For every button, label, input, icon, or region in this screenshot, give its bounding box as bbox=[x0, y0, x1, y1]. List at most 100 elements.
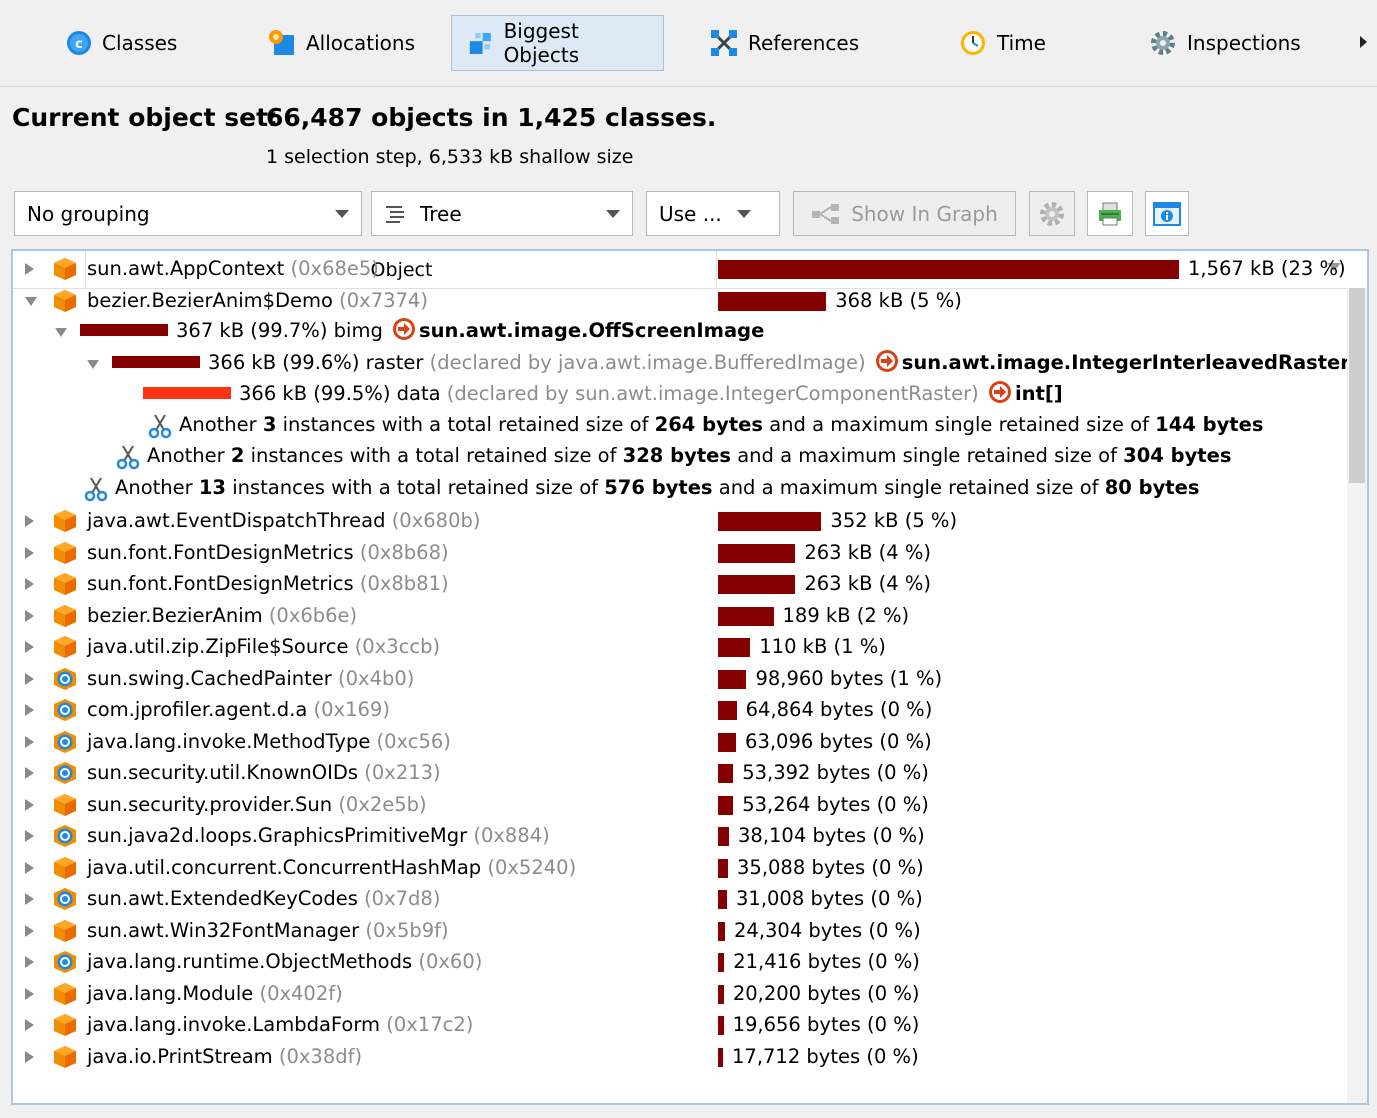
object-id: (0x7374) bbox=[339, 288, 428, 312]
retained-size-value: 352 kB (5 %) bbox=[830, 509, 958, 532]
tab-biggest-objects[interactable]: Biggest Objects bbox=[451, 15, 664, 71]
table-row[interactable]: bezier.BezierAnim$Demo (0x7374) 368 kB (5… bbox=[13, 285, 1347, 316]
table-row[interactable]: java.awt.EventDispatchThread (0x680b) 352… bbox=[13, 505, 1347, 536]
tab-time[interactable]: Time bbox=[943, 15, 1062, 71]
tab-label: Biggest Objects bbox=[503, 19, 580, 67]
table-row[interactable]: java.lang.invoke.LambdaForm (0x17c2) 19,6… bbox=[13, 1009, 1347, 1040]
reference-arrow-icon[interactable] bbox=[875, 349, 899, 373]
table-row[interactable]: sun.awt.Win32FontManager (0x5b9f) 24,304 … bbox=[13, 915, 1347, 946]
retained-size-value: 21,416 bytes (0 %) bbox=[733, 950, 920, 973]
expand-arrow-icon[interactable] bbox=[25, 1050, 34, 1063]
retained-size-bar bbox=[718, 890, 728, 909]
tab-allocations[interactable]: Allocations bbox=[252, 15, 431, 71]
retained-size-bar bbox=[718, 1047, 723, 1067]
view-mode-value: Tree bbox=[420, 201, 462, 226]
truncated-instances-row[interactable]: Another 3 instances with a total retaine… bbox=[13, 411, 1347, 442]
table-row[interactable]: sun.security.util.KnownOIDs (0x213) 53,39… bbox=[13, 757, 1347, 788]
class-name: java.awt.EventDispatchThread bbox=[87, 509, 386, 532]
print-button[interactable] bbox=[1087, 191, 1133, 236]
retained-size-bar bbox=[718, 606, 774, 626]
table-row[interactable]: sun.java2d.loops.GraphicsPrimitiveMgr (0… bbox=[13, 820, 1347, 851]
table-row[interactable]: java.util.zip.ZipFile$Source (0x3ccb) 110… bbox=[13, 631, 1347, 662]
table-row[interactable]: sun.font.FontDesignMetrics (0x8b68) 263 k… bbox=[13, 537, 1347, 568]
view-mode-dropdown[interactable]: Tree bbox=[371, 191, 633, 236]
expand-arrow-icon[interactable] bbox=[25, 735, 34, 748]
field-name: data bbox=[396, 382, 441, 405]
scissors-icon bbox=[84, 476, 108, 501]
table-row[interactable]: com.jprofiler.agent.d.a (0x169) 64,864 by… bbox=[13, 694, 1347, 725]
collapse-arrow-icon[interactable] bbox=[55, 328, 67, 337]
object-id: (0x8b81) bbox=[359, 572, 449, 595]
graph-icon bbox=[812, 203, 840, 224]
reference-row[interactable]: 367 kB (99.7%) bimg sun.awt.image.OffScr… bbox=[13, 316, 1347, 347]
grouping-dropdown[interactable]: No grouping bbox=[14, 191, 362, 236]
table-row[interactable]: java.io.PrintStream (0x38df) 17,712 bytes… bbox=[13, 1041, 1347, 1072]
expand-arrow-icon[interactable] bbox=[25, 578, 34, 590]
table-row[interactable]: sun.awt.AppContext (0x68e5) 1,567 kB (23 … bbox=[13, 253, 1347, 284]
settings-button[interactable] bbox=[1029, 191, 1075, 236]
summary-pre: Another bbox=[179, 412, 257, 436]
print-icon bbox=[1099, 202, 1121, 225]
view-info-button[interactable] bbox=[1145, 191, 1189, 236]
table-row[interactable]: sun.security.provider.Sun (0x2e5b) 53,264… bbox=[13, 789, 1347, 820]
expand-arrow-icon[interactable] bbox=[25, 956, 34, 968]
table-row[interactable]: java.util.concurrent.ConcurrentHashMap (… bbox=[13, 852, 1347, 883]
vertical-scrollbar[interactable] bbox=[1347, 288, 1367, 1103]
expand-arrow-icon[interactable] bbox=[25, 641, 34, 653]
expand-arrow-icon[interactable] bbox=[25, 1019, 34, 1031]
scrollbar-thumb[interactable] bbox=[1349, 288, 1365, 483]
class-name: bezier.BezierAnim bbox=[87, 603, 263, 627]
tab-inspections[interactable]: Inspections bbox=[1133, 15, 1317, 71]
expand-arrow-icon[interactable] bbox=[25, 704, 34, 716]
object-instance-icon bbox=[54, 793, 76, 816]
reference-arrow-icon[interactable] bbox=[988, 380, 1012, 404]
expand-arrow-icon[interactable] bbox=[25, 798, 34, 811]
object-name: java.util.concurrent.ConcurrentHashMap (… bbox=[87, 856, 576, 879]
truncated-instances-row[interactable]: Another 13 instances with a total retain… bbox=[13, 474, 1347, 505]
truncated-instances-row[interactable]: Another 2 instances with a total retaine… bbox=[13, 442, 1347, 473]
reference-row[interactable]: 366 kB (99.5%) data (declared by sun.awt… bbox=[13, 379, 1347, 410]
tab-label: Allocations bbox=[306, 31, 416, 55]
expand-arrow-icon[interactable] bbox=[25, 263, 34, 275]
table-row[interactable]: sun.font.FontDesignMetrics (0x8b81) 263 k… bbox=[13, 568, 1347, 599]
table-row[interactable]: java.lang.Module (0x402f) 20,200 bytes (0… bbox=[13, 978, 1347, 1009]
retained-size-bar bbox=[718, 701, 737, 720]
table-row[interactable]: bezier.BezierAnim (0x6b6e) 189 kB (2 %) bbox=[13, 600, 1347, 631]
expand-arrow-icon[interactable] bbox=[25, 893, 34, 905]
use-dropdown[interactable]: Use ... bbox=[646, 191, 780, 236]
object-id: (0x4b0) bbox=[338, 666, 415, 690]
tab-overflow-arrow-icon[interactable] bbox=[1360, 36, 1367, 48]
table-row[interactable]: sun.swing.CachedPainter (0x4b0) 98,960 by… bbox=[13, 663, 1347, 694]
table-row[interactable]: sun.awt.ExtendedKeyCodes (0x7d8) 31,008 b… bbox=[13, 883, 1347, 914]
reference-arrow-icon[interactable] bbox=[392, 317, 416, 341]
expand-arrow-icon[interactable] bbox=[25, 546, 34, 559]
expand-arrow-icon[interactable] bbox=[25, 672, 34, 685]
biggest-objects-table[interactable]: Object Retained Size sun.awt.AppContext … bbox=[11, 249, 1369, 1105]
expand-arrow-icon[interactable] bbox=[25, 515, 34, 527]
table-row[interactable]: java.lang.invoke.MethodType (0xc56) 63,09… bbox=[13, 726, 1347, 757]
collapse-arrow-icon[interactable] bbox=[87, 359, 99, 369]
scissors-icon bbox=[116, 445, 140, 470]
class-name: sun.awt.Win32FontManager bbox=[87, 918, 360, 942]
expand-arrow-icon[interactable] bbox=[25, 830, 34, 842]
target-class: int[] bbox=[1014, 382, 1063, 405]
expand-arrow-icon[interactable] bbox=[25, 987, 34, 1000]
biggest-objects-icon bbox=[469, 32, 491, 54]
expand-arrow-icon[interactable] bbox=[25, 924, 34, 937]
class-name: java.lang.invoke.LambdaForm bbox=[87, 1013, 381, 1036]
show-in-graph-button[interactable]: Show In Graph bbox=[793, 191, 1016, 236]
object-id: (0x884) bbox=[473, 824, 550, 847]
table-row[interactable]: java.lang.runtime.ObjectMethods (0x60) 21… bbox=[13, 946, 1347, 977]
retained-size-bar bbox=[718, 795, 734, 815]
expand-arrow-icon[interactable] bbox=[25, 609, 34, 622]
reference-row[interactable]: 366 kB (99.6%) raster (declared by java.… bbox=[13, 348, 1350, 379]
inspections-icon bbox=[1151, 31, 1175, 55]
collapse-arrow-icon[interactable] bbox=[25, 296, 37, 306]
tab-classes[interactable]: c Classes bbox=[50, 15, 193, 71]
object-name: java.util.zip.ZipFile$Source (0x3ccb) bbox=[87, 635, 440, 658]
expand-arrow-icon[interactable] bbox=[25, 767, 34, 779]
expand-arrow-icon[interactable] bbox=[25, 861, 34, 874]
tab-references[interactable]: References bbox=[694, 15, 875, 71]
object-instance-icon bbox=[54, 573, 76, 595]
object-name: java.io.PrintStream (0x38df) bbox=[87, 1045, 362, 1068]
